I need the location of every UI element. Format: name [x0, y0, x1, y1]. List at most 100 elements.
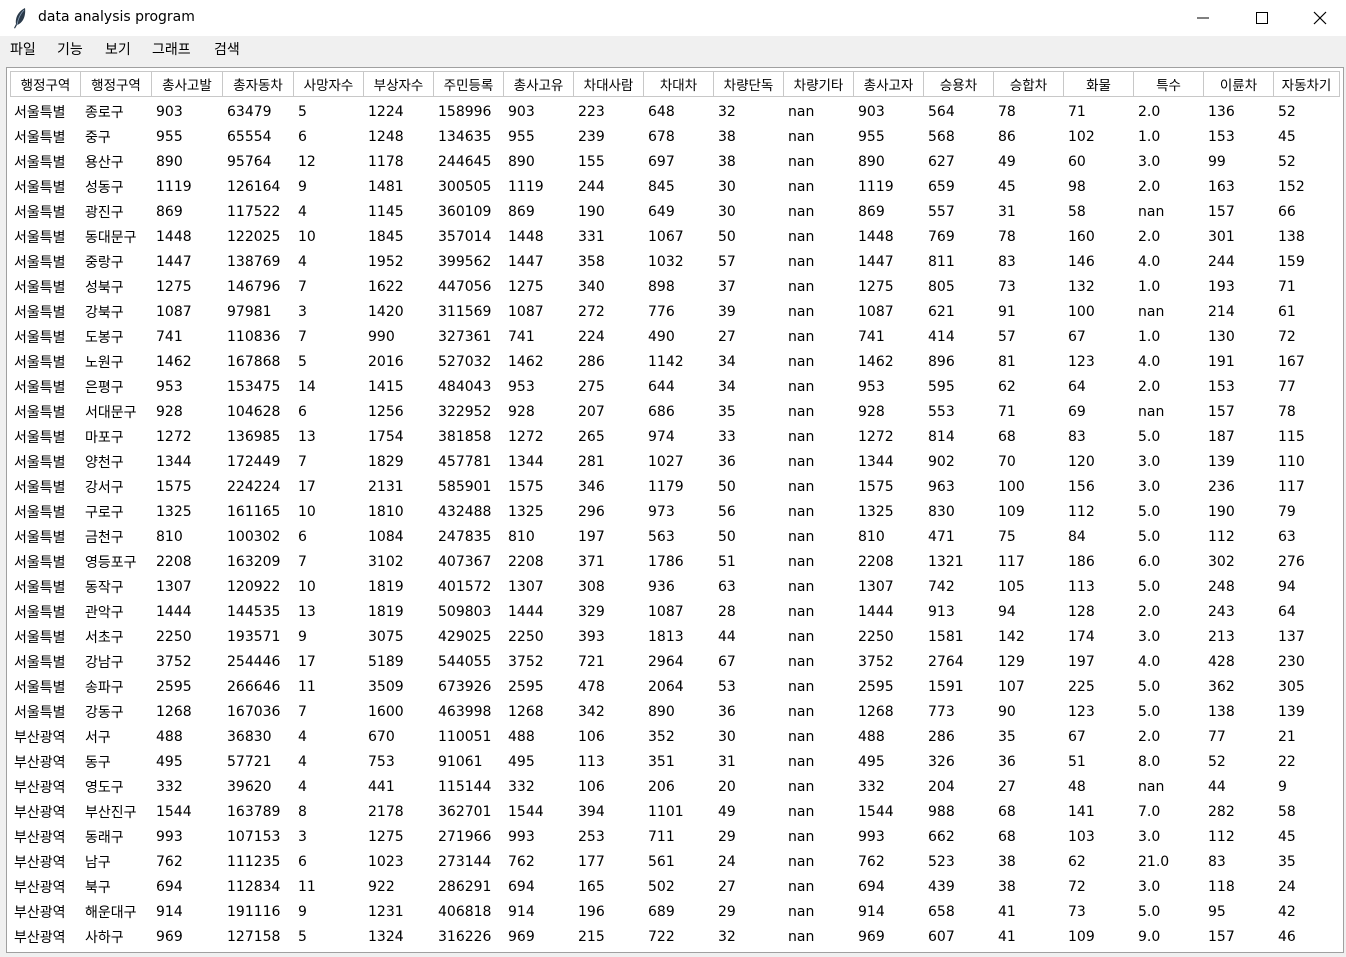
- table-cell: 187: [1208, 428, 1235, 445]
- table-cell: 621: [928, 303, 955, 320]
- table-row[interactable]: 서울특별 노원구 1462 167868 5 2016 527032 1462 286 1142 3…: [10, 349, 1340, 374]
- table-cell: 부산광역: [14, 904, 66, 921]
- menu-graph[interactable]: 그래프: [152, 39, 191, 59]
- menu-file[interactable]: 파일: [10, 39, 36, 59]
- table-row[interactable]: 부산광역 영도구 332 39620 4 441 115144 332 106 206 20 nan 3…: [10, 774, 1340, 799]
- table-cell: 2131: [368, 478, 404, 495]
- table-row[interactable]: 서울특별 마포구 1272 136985 13 1754 381858 1272 265 974 3…: [10, 424, 1340, 449]
- column-header[interactable]: 특수: [1134, 71, 1204, 97]
- table-cell: 8.0: [1138, 753, 1161, 770]
- table-cell: 22: [1278, 753, 1296, 770]
- table-row[interactable]: 서울특별 금천구 810 100302 6 1084 247835 810 197 563 50 na…: [10, 524, 1340, 549]
- table-cell: 463998: [438, 703, 492, 720]
- table-row[interactable]: 부산광역 남구 762 111235 6 1023 273144 762 177 561 24 nan…: [10, 849, 1340, 874]
- menu-view[interactable]: 보기: [105, 39, 131, 59]
- table-row[interactable]: 서울특별 강북구 1087 97981 3 1420 311569 1087 272 776 39 n…: [10, 299, 1340, 324]
- column-header[interactable]: 행정구역: [10, 71, 81, 97]
- table-cell: 741: [858, 328, 885, 345]
- table-cell: 561: [648, 853, 675, 870]
- table-row[interactable]: 서울특별 광진구 869 117522 4 1145 360109 869 190 649 30 na…: [10, 199, 1340, 224]
- table-row[interactable]: 서울특별 동대문구 1448 122025 10 1845 357014 1448 331 106…: [10, 224, 1340, 249]
- table-row[interactable]: 서울특별 강서구 1575 224224 17 2131 585901 1575 346 1179…: [10, 474, 1340, 499]
- table-cell: 7: [298, 453, 307, 470]
- table-cell: 1600: [368, 703, 404, 720]
- table-cell: 157: [1208, 928, 1235, 945]
- table-cell: nan: [788, 403, 815, 420]
- table-cell: 1845: [368, 228, 404, 245]
- table-cell: 1321: [928, 553, 964, 570]
- table-cell: 서울특별: [14, 104, 66, 121]
- menu-function[interactable]: 기능: [57, 39, 83, 59]
- column-header[interactable]: 승용차: [924, 71, 994, 97]
- table-row[interactable]: 부산광역 동래구 993 107153 3 1275 271966 993 253 711 29 na…: [10, 824, 1340, 849]
- table-row[interactable]: 서울특별 강남구 3752 254446 17 5189 544055 3752 721 2964…: [10, 649, 1340, 674]
- table-row[interactable]: 서울특별 송파구 2595 266646 11 3509 673926 2595 478 2064…: [10, 674, 1340, 699]
- column-header[interactable]: 총사고자: [854, 71, 924, 97]
- table-cell: 1544: [858, 803, 894, 820]
- column-header[interactable]: 승합차: [994, 71, 1064, 97]
- table-cell: 1444: [858, 603, 894, 620]
- table-row[interactable]: 서울특별 용산구 890 95764 12 1178 244645 890 155 697 38 na…: [10, 149, 1340, 174]
- column-header[interactable]: 총사고발: [152, 71, 223, 97]
- table-cell: 776: [648, 303, 675, 320]
- table-row[interactable]: 부산광역 부산진구 1544 163789 8 2178 362701 1544 394 1101…: [10, 799, 1340, 824]
- table-row[interactable]: 서울특별 관악구 1444 144535 13 1819 509803 1444 329 1087…: [10, 599, 1340, 624]
- table-row[interactable]: 서울특별 도봉구 741 110836 7 990 327361 741 224 490 27 nan…: [10, 324, 1340, 349]
- table-row[interactable]: 서울특별 양천구 1344 172449 7 1829 457781 1344 281 1027 3…: [10, 449, 1340, 474]
- table-cell: 71: [1068, 103, 1086, 120]
- table-cell: 157: [1208, 203, 1235, 220]
- close-button[interactable]: [1291, 0, 1346, 36]
- table-cell: 110051: [438, 728, 492, 745]
- table-row[interactable]: 서울특별 은평구 953 153475 14 1415 484043 953 275 644 34 n…: [10, 374, 1340, 399]
- table-row[interactable]: 서울특별 서초구 2250 193571 9 3075 429025 2250 393 1813 4…: [10, 624, 1340, 649]
- column-header[interactable]: 차량단독: [714, 71, 784, 97]
- table-cell: 762: [508, 853, 535, 870]
- table-cell: 123: [1068, 703, 1095, 720]
- maximize-button[interactable]: [1233, 0, 1291, 36]
- menu-search[interactable]: 검색: [214, 39, 240, 59]
- column-header[interactable]: 총자동차: [223, 71, 294, 97]
- column-header[interactable]: 사망자수: [294, 71, 364, 97]
- table-row[interactable]: 부산광역 동구 495 57721 4 753 91061 495 113 351 31 nan 495…: [10, 749, 1340, 774]
- table-cell: 1032: [648, 253, 684, 270]
- table-row[interactable]: 서울특별 서대문구 928 104628 6 1256 322952 928 207 686 35 n…: [10, 399, 1340, 424]
- column-header[interactable]: 차량기타: [784, 71, 854, 97]
- table-row[interactable]: 서울특별 중구 955 65554 6 1248 134635 955 239 678 38 nan 9…: [10, 124, 1340, 149]
- table-row[interactable]: 서울특별 종로구 903 63479 5 1224 158996 903 223 648 32 nan…: [10, 99, 1340, 124]
- table-row[interactable]: 부산광역 서구 488 36830 4 670 110051 488 106 352 30 nan 48…: [10, 724, 1340, 749]
- table-cell: 49: [998, 153, 1016, 170]
- column-header[interactable]: 총사고유: [504, 71, 574, 97]
- column-header[interactable]: 차대차: [644, 71, 714, 97]
- table-cell: 은평구: [85, 379, 124, 396]
- minimize-button[interactable]: [1174, 0, 1232, 36]
- table-row[interactable]: 서울특별 중랑구 1447 138769 4 1952 399562 1447 358 1032 5…: [10, 249, 1340, 274]
- table-cell: nan: [788, 878, 815, 895]
- table-cell: 254446: [227, 653, 281, 670]
- table-cell: 167036: [227, 703, 281, 720]
- table-row[interactable]: 서울특별 동작구 1307 120922 10 1819 401572 1307 308 936 6…: [10, 574, 1340, 599]
- column-header[interactable]: 차대사람: [574, 71, 644, 97]
- column-header[interactable]: 주민등록: [434, 71, 504, 97]
- column-header[interactable]: 부상자수: [364, 71, 434, 97]
- table-row[interactable]: 부산광역 사하구 969 127158 5 1324 316226 969 215 722 32 na…: [10, 924, 1340, 949]
- table-row[interactable]: 서울특별 영등포구 2208 163209 7 3102 407367 2208 371 1786…: [10, 549, 1340, 574]
- table-row[interactable]: 부산광역 북구 694 112834 11 922 286291 694 165 502 27 nan…: [10, 874, 1340, 899]
- column-header[interactable]: 이륜차: [1204, 71, 1274, 97]
- table-row[interactable]: 서울특별 구로구 1325 161165 10 1810 432488 1325 296 973 5…: [10, 499, 1340, 524]
- table-cell: 1344: [858, 453, 894, 470]
- table-cell: 8: [298, 803, 307, 820]
- table-row[interactable]: 서울특별 성동구 1119 126164 9 1481 300505 1119 244 845 30…: [10, 174, 1340, 199]
- table-cell: 서울특별: [14, 429, 66, 446]
- table-cell: 97981: [227, 303, 272, 320]
- table-cell: 4: [298, 203, 307, 220]
- column-header[interactable]: 행정구역: [81, 71, 152, 97]
- table-cell: 963: [928, 478, 955, 495]
- column-header[interactable]: 자동차기: [1274, 71, 1340, 97]
- data-table[interactable]: 행정구역 행정구역 총사고발 총자동차 사망자수 부상자수 주민등록 총사고유 차대사람 차대차 차…: [6, 67, 1344, 953]
- table-cell: 부산광역: [14, 779, 66, 796]
- table-cell: 62: [1068, 853, 1086, 870]
- column-header[interactable]: 화물: [1064, 71, 1134, 97]
- table-row[interactable]: 서울특별 강동구 1268 167036 7 1600 463998 1268 342 890 36…: [10, 699, 1340, 724]
- table-row[interactable]: 서울특별 성북구 1275 146796 7 1622 447056 1275 340 898 37…: [10, 274, 1340, 299]
- table-row[interactable]: 부산광역 해운대구 914 191116 9 1231 406818 914 196 689 29 n…: [10, 899, 1340, 924]
